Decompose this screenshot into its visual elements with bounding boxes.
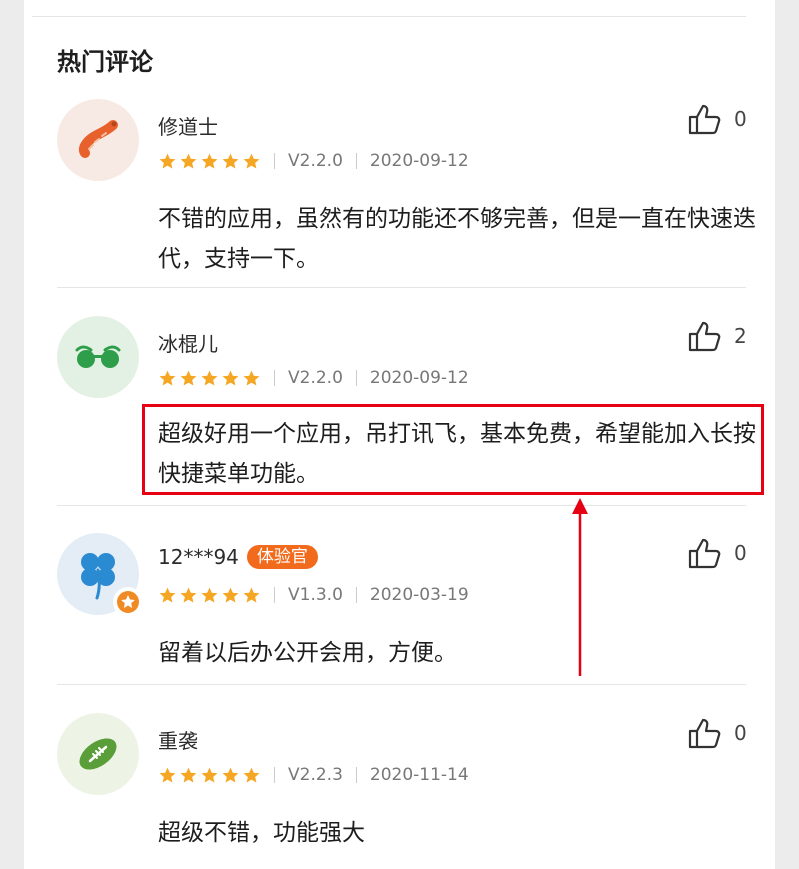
star-icon <box>243 767 260 783</box>
avatar[interactable] <box>57 713 139 795</box>
star-icon <box>222 587 239 603</box>
like-button[interactable]: 0 <box>688 103 747 135</box>
username: 修道士 <box>158 115 218 139</box>
comment-meta: V1.3.0 2020-03-19 <box>158 585 469 605</box>
star-icon <box>201 370 218 386</box>
comment-meta: V2.2.3 2020-11-14 <box>158 765 469 785</box>
like-button[interactable]: 0 <box>688 537 747 569</box>
date: 2020-09-12 <box>369 151 469 171</box>
comment-meta: V2.2.0 2020-09-12 <box>158 368 469 388</box>
star-icon <box>243 587 260 603</box>
date: 2020-09-12 <box>369 368 469 388</box>
thumbs-up-icon <box>688 321 721 352</box>
top-divider <box>32 16 746 17</box>
experience-badge-icon <box>113 587 143 617</box>
star-rating <box>158 369 261 388</box>
username: 12***94 体验官 <box>158 545 318 569</box>
meta-separator <box>274 370 275 386</box>
meta-separator <box>274 153 275 169</box>
date: 2020-11-14 <box>369 765 469 785</box>
experience-tag: 体验官 <box>246 545 318 569</box>
arrow-up-annotation-icon <box>572 498 588 676</box>
star-icon <box>243 370 260 386</box>
star-icon <box>159 587 176 603</box>
star-icon <box>159 153 176 169</box>
star-icon <box>222 370 239 386</box>
comment-divider <box>57 287 746 288</box>
star-icon <box>243 153 260 169</box>
star-rating <box>158 766 261 785</box>
star-icon <box>159 370 176 386</box>
comment-divider <box>57 684 746 685</box>
star-rating <box>158 152 261 171</box>
username: 重袭 <box>158 729 198 753</box>
comment-text: 不错的应用，虽然有的功能还不够完善，但是一直在快速迭代，支持一下。 <box>158 206 756 272</box>
comment-divider <box>57 505 746 506</box>
sausage-icon <box>79 120 118 158</box>
comment-text: 留着以后办公开会用，方便。 <box>158 640 457 666</box>
like-count: 2 <box>734 324 747 348</box>
date: 2020-03-19 <box>369 585 469 605</box>
version: V2.2.3 <box>288 765 343 785</box>
star-icon <box>201 587 218 603</box>
meta-separator <box>274 767 275 783</box>
like-count: 0 <box>734 721 747 745</box>
clover-icon <box>81 553 115 600</box>
thumbs-up-icon <box>688 104 721 135</box>
username: 冰棍儿 <box>158 332 218 356</box>
star-icon <box>201 767 218 783</box>
like-button[interactable]: 2 <box>688 320 747 352</box>
star-icon <box>180 587 197 603</box>
comment-text: 超级不错，功能强大 <box>158 820 365 846</box>
like-button[interactable]: 0 <box>688 717 747 749</box>
avatar[interactable] <box>57 316 139 398</box>
like-count: 0 <box>734 541 747 565</box>
meta-separator <box>355 767 357 783</box>
version: V2.2.0 <box>288 151 343 171</box>
star-icon <box>180 153 197 169</box>
meta-separator <box>274 587 275 603</box>
version: V1.3.0 <box>288 585 343 605</box>
avatar[interactable] <box>57 99 139 181</box>
section-title: 热门评论 <box>57 48 153 76</box>
comment-meta: V2.2.0 2020-09-12 <box>158 151 469 171</box>
star-icon <box>180 370 197 386</box>
highlight-annotation-box <box>142 404 764 495</box>
version: V2.2.0 <box>288 368 343 388</box>
star-icon <box>201 153 218 169</box>
meta-separator <box>355 153 357 169</box>
star-icon <box>180 767 197 783</box>
like-count: 0 <box>734 107 747 131</box>
sunglasses-icon <box>75 345 121 368</box>
star-rating <box>158 586 261 605</box>
meta-separator <box>355 370 357 386</box>
star-icon <box>159 767 176 783</box>
thumbs-up-icon <box>688 718 721 749</box>
star-icon <box>222 767 239 783</box>
football-icon <box>79 738 117 770</box>
meta-separator <box>355 587 357 603</box>
star-icon <box>222 153 239 169</box>
thumbs-up-icon <box>688 538 721 569</box>
